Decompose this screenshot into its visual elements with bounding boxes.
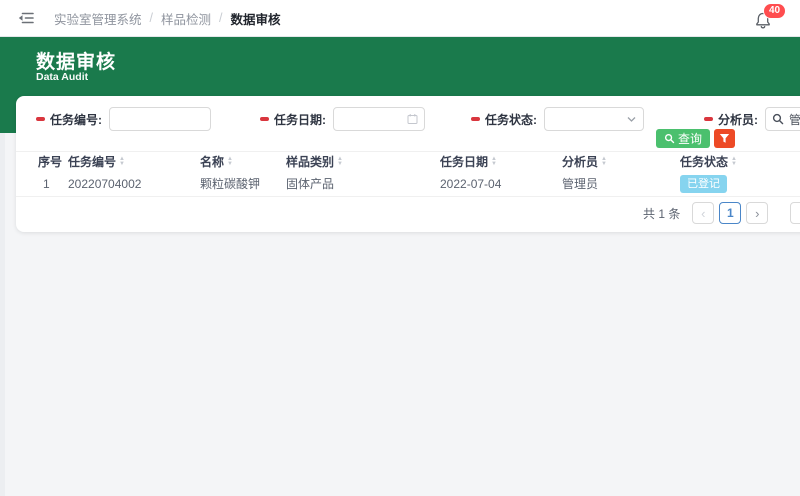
analyst-search-box [765,107,800,131]
breadcrumb-system[interactable]: 实验室管理系统 [54,9,142,28]
app-window: 实验室管理系统 / 样品检测 / 数据审核 40 数据审核 Data Audit… [0,0,800,496]
page-title: 数据审核 [36,47,116,74]
notification-bell-icon[interactable]: 40 [754,11,772,31]
sort-icon[interactable]: ▲▼ [491,157,497,167]
search-icon [664,133,675,144]
pagination: 共 1 条 ‹ 1 › 10 [643,202,800,224]
query-button-label: 查询 [678,130,702,147]
table-header: 序号 任务编号▲▼ 名称▲▼ 样品类别▲▼ 任务日期▲▼ 分析员▲▼ 任务状态▲… [16,151,800,172]
filter-button[interactable] [714,129,735,148]
funnel-icon [719,133,730,144]
sort-icon[interactable]: ▲▼ [337,157,343,167]
cell-task-date: 2022-07-04 [440,172,501,196]
filter-task-status: 任务状态: [471,106,644,132]
col-task-status[interactable]: 任务状态▲▼ [680,152,737,173]
analyst-input[interactable] [789,112,800,126]
filter-task-date: 任务日期: [260,106,425,132]
required-marker-icon [36,117,45,121]
filter-label: 任务日期: [274,111,326,128]
sort-icon[interactable]: ▲▼ [227,157,233,167]
cell-task-number: 20220704002 [68,172,141,196]
pagination-page-1[interactable]: 1 [719,202,741,224]
task-number-input[interactable] [109,107,211,131]
cell-index: 1 [43,172,50,196]
breadcrumb: 实验室管理系统 / 样品检测 / 数据审核 [54,9,281,28]
top-bar: 实验室管理系统 / 样品检测 / 数据审核 40 [0,0,800,37]
cell-sample-category: 固体产品 [286,172,334,196]
page-size-select[interactable]: 10 [790,202,800,224]
col-task-date[interactable]: 任务日期▲▼ [440,152,497,173]
content-card: 任务编号: 任务日期: 任务状态: [16,96,800,232]
required-marker-icon [260,117,269,121]
task-date-input[interactable] [333,107,425,131]
sort-icon[interactable]: ▲▼ [119,157,125,167]
pagination-total: 共 1 条 [643,205,680,222]
required-marker-icon [704,117,713,121]
breadcrumb-separator: / [219,11,222,25]
cell-name: 颗粒碳酸钾 [200,172,260,196]
chevron-down-icon [627,116,636,123]
col-name[interactable]: 名称▲▼ [200,152,233,173]
filter-label: 任务编号: [50,111,102,128]
menu-fold-icon[interactable] [16,8,36,28]
breadcrumb-data-audit: 数据审核 [231,9,281,28]
filter-task-number: 任务编号: [36,106,211,132]
pagination-prev-button[interactable]: ‹ [692,202,714,224]
col-task-number[interactable]: 任务编号▲▼ [68,152,125,173]
col-index: 序号 [38,152,62,173]
breadcrumb-separator: / [150,11,153,25]
sort-icon[interactable]: ▲▼ [731,157,737,167]
pagination-next-button[interactable]: › [746,202,768,224]
task-status-select[interactable] [544,107,644,131]
calendar-icon [407,113,418,125]
filter-label: 分析员: [718,111,758,128]
col-analyst[interactable]: 分析员▲▼ [562,152,607,173]
left-edge-strip [0,133,5,496]
action-button-row: 查询 [656,129,735,148]
breadcrumb-sample-testing[interactable]: 样品检测 [161,9,211,28]
notification-count-badge: 40 [763,3,786,19]
search-icon[interactable] [772,113,784,125]
sort-icon[interactable]: ▲▼ [601,157,607,167]
col-sample-category[interactable]: 样品类别▲▼ [286,152,343,173]
required-marker-icon [471,117,480,121]
status-badge: 已登记 [680,175,727,193]
cell-analyst: 管理员 [562,172,598,196]
row-divider [16,196,800,197]
page-subtitle: Data Audit [36,71,88,83]
filter-label: 任务状态: [485,111,537,128]
query-button[interactable]: 查询 [656,129,710,148]
